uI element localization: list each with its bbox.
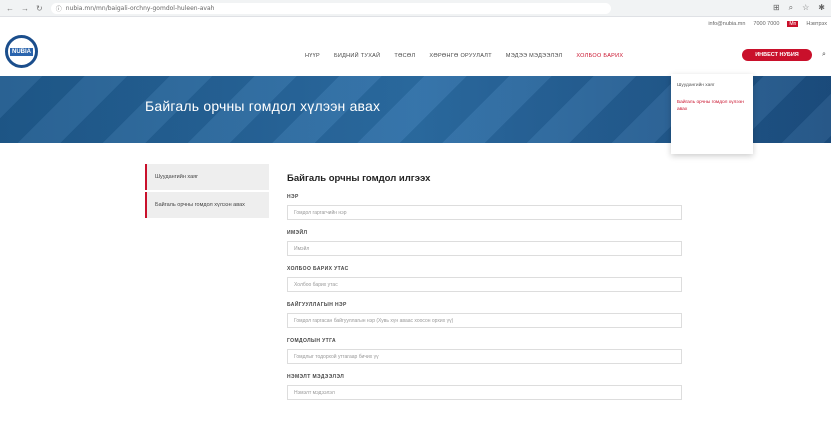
organization-input[interactable]: Гомдол гаргасан байгууллагын нэр (Хувь х…	[287, 313, 682, 328]
form-title: Байгаль орчны гомдол илгээх	[287, 173, 431, 184]
logo-text: NUBIA	[10, 47, 33, 56]
invest-button[interactable]: ИНВЕСТ НУБИЯ	[742, 49, 812, 61]
menu-item-news[interactable]: МЭДЭЭ МЭДЭЭЛЭЛ	[506, 53, 563, 59]
bookmark-star-icon[interactable]: ☆	[802, 3, 809, 13]
complaint-input[interactable]: Гомдлыг тодорхой утгагаар бичих үү	[287, 349, 682, 364]
email-link[interactable]: info@nubia.mn	[708, 21, 745, 27]
menu-item-project[interactable]: ТӨСӨЛ	[394, 53, 415, 59]
name-input[interactable]: Гомдол гаргагчийн нэр	[287, 205, 682, 220]
additional-info-label: НЭМЭЛТ МЭДЭЭЛЭЛ	[287, 374, 345, 380]
login-link[interactable]: Нэвтрэх	[806, 21, 827, 27]
dropdown-item-complaint[interactable]: Байгаль орчны гомдол хүлээн авах	[677, 99, 747, 113]
forward-icon[interactable]: →	[21, 4, 29, 13]
email-label: ИМЭЙЛ	[287, 230, 308, 236]
email-input[interactable]: Имэйл	[287, 241, 682, 256]
phone-link[interactable]: 7000 7000	[753, 21, 779, 27]
language-switcher[interactable]: Mn	[787, 21, 799, 27]
menu-item-contact[interactable]: ХОЛБОО БАРИХ	[576, 53, 623, 59]
translate-icon[interactable]: ⊞	[773, 3, 780, 13]
menu-item-investment[interactable]: ХӨРӨНГӨ ОРУУЛАЛТ	[429, 53, 491, 59]
complaint-label: ГОМДОЛЫН УТГА	[287, 338, 337, 344]
address-bar[interactable]: ⓘ nubia.mn/mn/baigali-orchny-gomdol-hule…	[50, 2, 611, 14]
extensions-icon[interactable]: ✱	[818, 3, 825, 13]
organization-label: БАЙГУУЛЛАГЫН НЭР	[287, 302, 347, 308]
site-info-icon[interactable]: ⓘ	[56, 4, 62, 13]
search-icon[interactable]: ⌕	[822, 51, 826, 59]
phone-label: ХОЛБОО БАРИХ УТАС	[287, 266, 349, 272]
name-label: НЭР	[287, 194, 299, 200]
reload-icon[interactable]: ↻	[36, 4, 43, 13]
browser-toolbar: ← → ↻ ⓘ nubia.mn/mn/baigali-orchny-gomdo…	[0, 0, 831, 17]
site-header: NUBIA НҮҮР БИДНИЙ ТУХАЙ ТӨСӨЛ ХӨРӨНГӨ ОР…	[0, 31, 831, 76]
sidebar-item-complaint[interactable]: Байгаль орчны гомдол хүлээн авах	[145, 192, 269, 218]
main-menu: НҮҮР БИДНИЙ ТУХАЙ ТӨСӨЛ ХӨРӨНГӨ ОРУУЛАЛТ…	[305, 53, 623, 59]
back-icon[interactable]: ←	[6, 4, 14, 13]
menu-item-about[interactable]: БИДНИЙ ТУХАЙ	[334, 53, 380, 59]
phone-input[interactable]: Холбоо барих утас	[287, 277, 682, 292]
browser-actions: ⊞ ⌕ ☆ ✱	[773, 3, 831, 13]
nubia-logo[interactable]: NUBIA	[5, 35, 38, 68]
browser-nav: ← → ↻	[0, 4, 43, 13]
sidebar-item-postal[interactable]: Шуудангийн хаяг	[145, 164, 269, 190]
dropdown-item-postal[interactable]: Шуудангийн хаяг	[677, 82, 747, 89]
contact-dropdown: Шуудангийн хаяг Байгаль орчны гомдол хүл…	[671, 74, 753, 154]
sidebar: Шуудангийн хаяг Байгаль орчны гомдол хүл…	[145, 164, 269, 220]
additional-info-input[interactable]: Нэмэлт мэдээлэл	[287, 385, 682, 400]
page-title: Байгаль орчны гомдол хүлээн авах	[145, 98, 381, 114]
top-info-bar: info@nubia.mn 7000 7000 Mn Нэвтрэх	[0, 17, 831, 31]
zoom-icon[interactable]: ⌕	[789, 3, 793, 13]
complaint-form: Байгаль орчны гомдол илгээх НЭР Гомдол г…	[287, 173, 682, 410]
address-url: nubia.mn/mn/baigali-orchny-gomdol-huleen…	[65, 4, 215, 12]
menu-item-home[interactable]: НҮҮР	[305, 53, 320, 59]
